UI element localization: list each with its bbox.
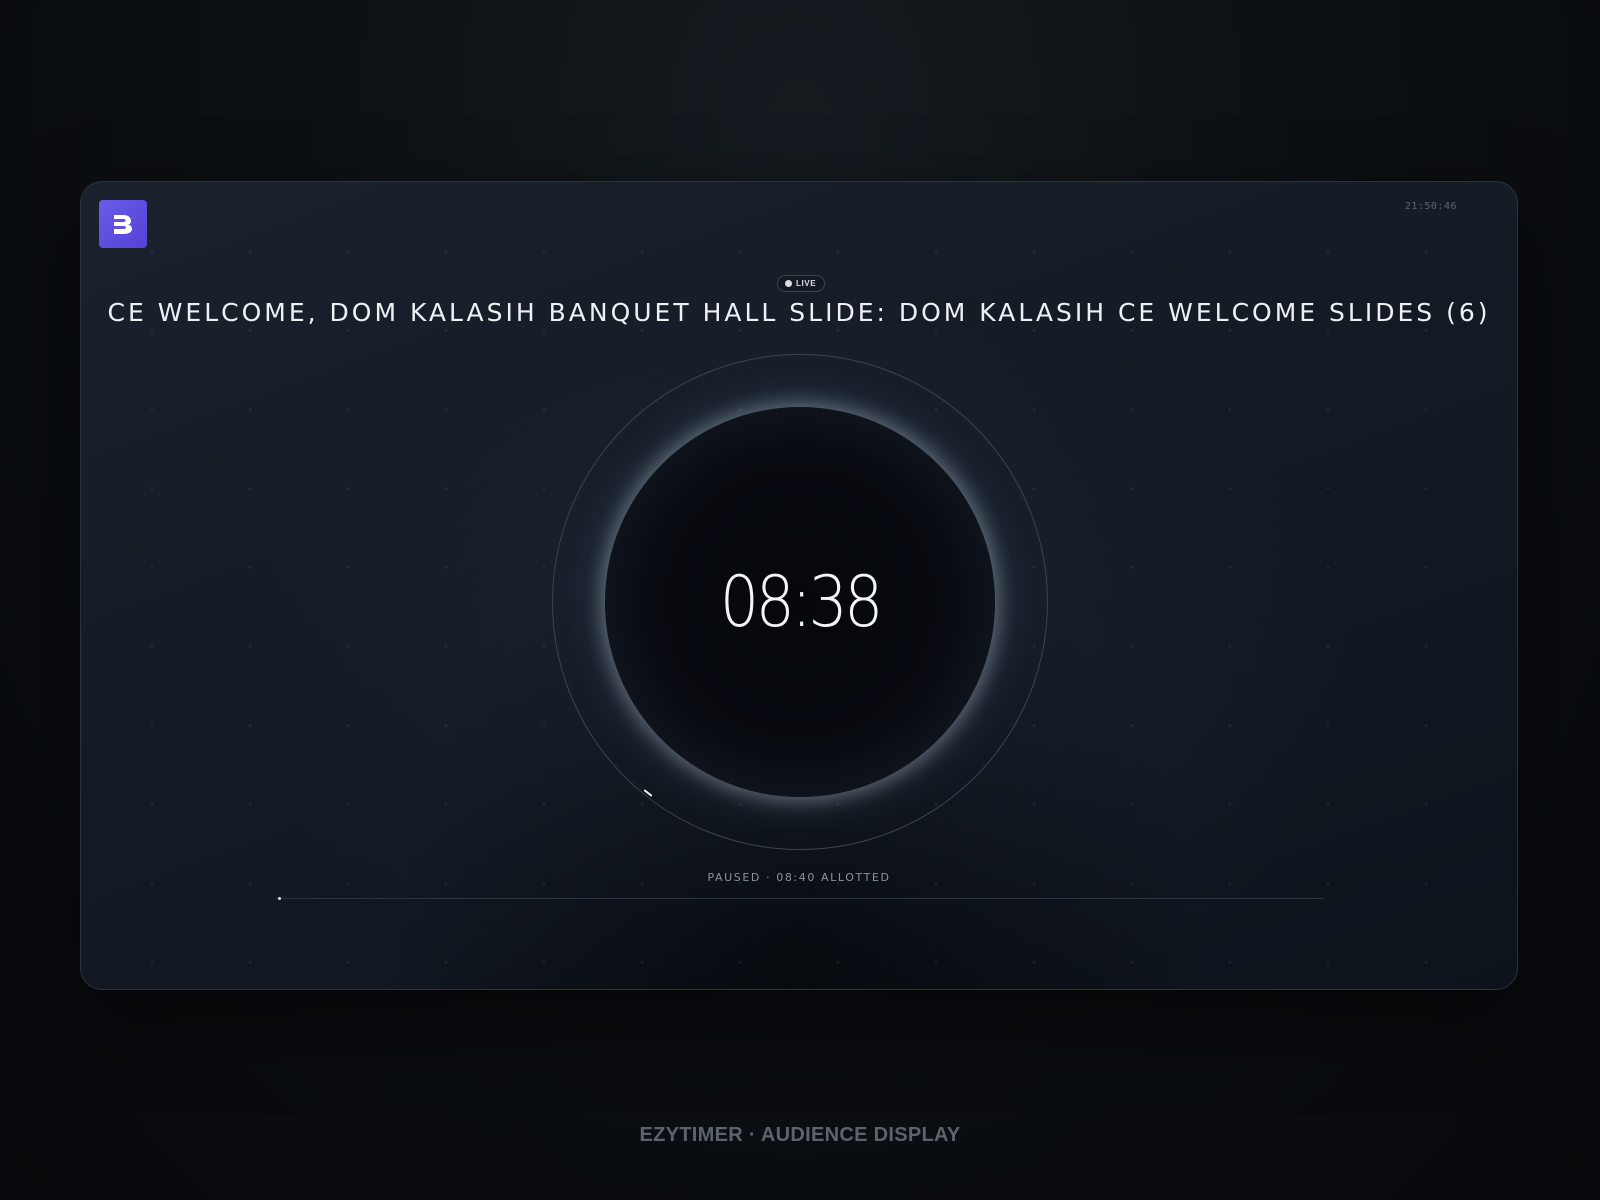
progress-bar-track	[276, 897, 1324, 900]
countdown-display: 08:38	[720, 561, 883, 643]
session-title: CE WELCOME, DOM KALASIH BANQUET HALL SLI…	[107, 298, 1491, 327]
logo-glyph-icon	[114, 215, 132, 234]
current-time-clock: 21:50:46	[1404, 201, 1457, 212]
footer-caption: EZYTIMER · AUDIENCE DISPLAY	[639, 1124, 961, 1146]
timer-status-text: PAUSED · 08:40 ALLOTTED	[707, 871, 891, 884]
live-badge-label: LIVE	[796, 279, 817, 288]
brand-logo-icon	[99, 200, 147, 248]
live-indicator-icon	[785, 280, 792, 287]
live-badge: LIVE	[777, 275, 826, 292]
timer-disc: 08:38	[605, 407, 995, 797]
audience-display-screen: 21:50:46 LIVE CE WELCOME, DOM KALASIH BA…	[80, 181, 1518, 990]
